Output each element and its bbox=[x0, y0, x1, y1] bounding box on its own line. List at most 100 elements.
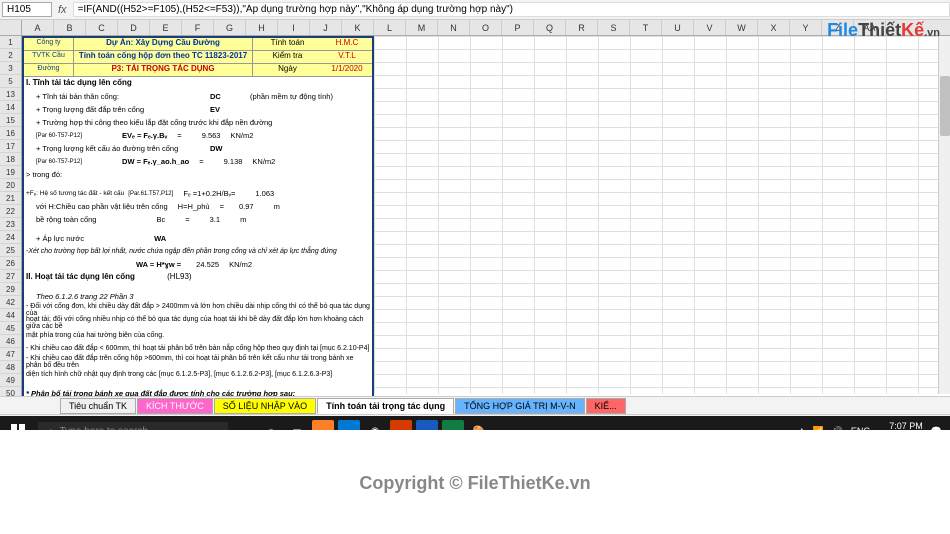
r6-eq: = bbox=[199, 157, 203, 166]
s2-n4: - Khi chiều cao đất đắp < 600mm, thì hoạ… bbox=[26, 345, 369, 352]
grid[interactable]: 1235131415161718192021222324252627294244… bbox=[0, 36, 950, 394]
col-header-U[interactable]: U bbox=[662, 20, 694, 35]
r5: + Trọng lượng kết cấu áo đường trên cống bbox=[26, 144, 178, 153]
r8-f: Fₑ =1+0.2H/Bᵥ= bbox=[183, 189, 235, 198]
col-header-R[interactable]: R bbox=[566, 20, 598, 35]
watermark-text: Copyright © FileThietKe.vn bbox=[0, 473, 950, 494]
formula-input[interactable] bbox=[73, 2, 950, 17]
sheet-tabs: Tiêu chuẩn TK KÍCH THƯỚC SỐ LIỆU NHẬP VÀ… bbox=[0, 396, 950, 414]
scrollbar-thumb[interactable] bbox=[940, 76, 950, 136]
row-header-1[interactable]: 1 bbox=[0, 36, 21, 49]
col-header-V[interactable]: V bbox=[694, 20, 726, 35]
r3: + Trường hợp thi công theo kiểu lắp đặt … bbox=[26, 118, 272, 127]
r9-sym: H=H_phủ bbox=[178, 202, 210, 211]
tab-tinh-toan[interactable]: Tính toán tải trọng tác dụng bbox=[317, 398, 454, 414]
row-header-25[interactable]: 25 bbox=[0, 244, 21, 257]
row-header-44[interactable]: 44 bbox=[0, 309, 21, 322]
s2-n5: - Khi chiều cao đất đắp trên cống hộp >6… bbox=[26, 355, 370, 369]
col-header-O[interactable]: O bbox=[470, 20, 502, 35]
row-header-46[interactable]: 46 bbox=[0, 335, 21, 348]
row-header-14[interactable]: 14 bbox=[0, 101, 21, 114]
lbl-tinh: Tính toán bbox=[252, 38, 322, 50]
row-header-18[interactable]: 18 bbox=[0, 153, 21, 166]
row-header-22[interactable]: 22 bbox=[0, 205, 21, 218]
row-header-24[interactable]: 24 bbox=[0, 231, 21, 244]
col-header-L[interactable]: L bbox=[374, 20, 406, 35]
r4-sym: EVₑ = Fₑ.γ.Bᵥ bbox=[122, 131, 167, 140]
vertical-scrollbar[interactable] bbox=[938, 36, 950, 394]
r9-unit: m bbox=[274, 202, 280, 211]
r8-ref: [Par.61.T57,P12] bbox=[128, 191, 173, 197]
col-header-P[interactable]: P bbox=[502, 20, 534, 35]
row-header-15[interactable]: 15 bbox=[0, 114, 21, 127]
col-header-M[interactable]: M bbox=[406, 20, 438, 35]
col-header-S[interactable]: S bbox=[598, 20, 630, 35]
col-header-X[interactable]: X bbox=[758, 20, 790, 35]
tab-kich-thuoc[interactable]: KÍCH THƯỚC bbox=[137, 398, 213, 414]
empty-grid[interactable] bbox=[374, 36, 950, 394]
col-header-H[interactable]: H bbox=[246, 20, 278, 35]
col-header-D[interactable]: D bbox=[118, 20, 150, 35]
r9: với H:Chiều cao phần vật liệu trên cống bbox=[26, 202, 168, 211]
s2-n2: hoạt tải; đối với cống nhiều nhịp có thể… bbox=[26, 316, 370, 330]
col-header-I[interactable]: I bbox=[278, 20, 310, 35]
row-header-29[interactable]: 29 bbox=[0, 283, 21, 296]
r13-sym: WA = H*ɣw = bbox=[136, 260, 181, 269]
col-header-W[interactable]: W bbox=[726, 20, 758, 35]
col-header-J[interactable]: J bbox=[310, 20, 342, 35]
col-header-Q[interactable]: Q bbox=[534, 20, 566, 35]
project-title: Dự Án: Xây Dựng Cầu Đường bbox=[74, 38, 252, 50]
project-subtitle: Tính toán cống hộp đơn theo TC 11823-201… bbox=[74, 51, 252, 63]
col-header-G[interactable]: G bbox=[214, 20, 246, 35]
col-header-F[interactable]: F bbox=[182, 20, 214, 35]
select-all-corner[interactable] bbox=[0, 20, 22, 35]
row-header-49[interactable]: 49 bbox=[0, 374, 21, 387]
row-header-27[interactable]: 27 bbox=[0, 270, 21, 283]
row-header-47[interactable]: 47 bbox=[0, 348, 21, 361]
logo: FileThiếtKế.vn bbox=[827, 20, 940, 41]
row-header-2[interactable]: 2 bbox=[0, 49, 21, 62]
col-header-E[interactable]: E bbox=[150, 20, 182, 35]
watermark-area: Copyright © FileThietKe.vn bbox=[0, 430, 950, 534]
r2: + Trọng lượng đất đắp trên cống bbox=[26, 105, 144, 114]
row-header-45[interactable]: 45 bbox=[0, 322, 21, 335]
row-header-3[interactable]: 3 bbox=[0, 62, 21, 75]
r10-unit: m bbox=[240, 215, 246, 224]
row-header-42[interactable]: 42 bbox=[0, 296, 21, 309]
val-kiem: V.T.L bbox=[322, 51, 372, 63]
col-header-K[interactable]: K bbox=[342, 20, 374, 35]
row-header-17[interactable]: 17 bbox=[0, 140, 21, 153]
r1: + Tĩnh tải bản thân cống: bbox=[26, 92, 119, 101]
company-cell-3: Đường bbox=[24, 64, 74, 76]
tab-tieu-chuan[interactable]: Tiêu chuẩn TK bbox=[60, 398, 136, 414]
row-header-48[interactable]: 48 bbox=[0, 361, 21, 374]
project-part: P3: TẢI TRỌNG TÁC DỤNG bbox=[74, 64, 252, 76]
row-header-26[interactable]: 26 bbox=[0, 257, 21, 270]
r1-note: (phần mềm tự động tính) bbox=[250, 92, 370, 101]
col-header-T[interactable]: T bbox=[630, 20, 662, 35]
row-header-19[interactable]: 19 bbox=[0, 166, 21, 179]
name-box[interactable] bbox=[2, 2, 52, 17]
tab-so-lieu[interactable]: SỐ LIỆU NHẬP VÀO bbox=[214, 398, 316, 414]
r1-sym: DC bbox=[210, 92, 250, 101]
row-header-23[interactable]: 23 bbox=[0, 218, 21, 231]
s2-n1: - Đối với cống đơn, khi chiều dày đất đắ… bbox=[26, 303, 370, 317]
col-header-C[interactable]: C bbox=[86, 20, 118, 35]
row-header-5[interactable]: 5 bbox=[0, 75, 21, 88]
r8: +Fₑ: Hệ số tương tác đất - kết cấu bbox=[26, 190, 124, 197]
val-ngay: 1/1/2020 bbox=[322, 64, 372, 76]
tab-kie[interactable]: KIỂ... bbox=[586, 398, 626, 414]
col-header-B[interactable]: B bbox=[54, 20, 86, 35]
r6-sym: DW = Fₑ.γ_ao.h_ao bbox=[122, 157, 189, 166]
company-cell-2: TVTK Cầu bbox=[24, 51, 74, 63]
tab-tong-hop[interactable]: TỔNG HỢP GIÁ TRỊ M-V-N bbox=[455, 398, 584, 414]
row-header-20[interactable]: 20 bbox=[0, 179, 21, 192]
col-header-Y[interactable]: Y bbox=[790, 20, 822, 35]
row-header-13[interactable]: 13 bbox=[0, 88, 21, 101]
row-header-21[interactable]: 21 bbox=[0, 192, 21, 205]
r7: > trong đó: bbox=[26, 170, 62, 179]
fx-icon[interactable]: fx bbox=[58, 4, 67, 16]
col-header-N[interactable]: N bbox=[438, 20, 470, 35]
col-header-A[interactable]: A bbox=[22, 20, 54, 35]
row-header-16[interactable]: 16 bbox=[0, 127, 21, 140]
